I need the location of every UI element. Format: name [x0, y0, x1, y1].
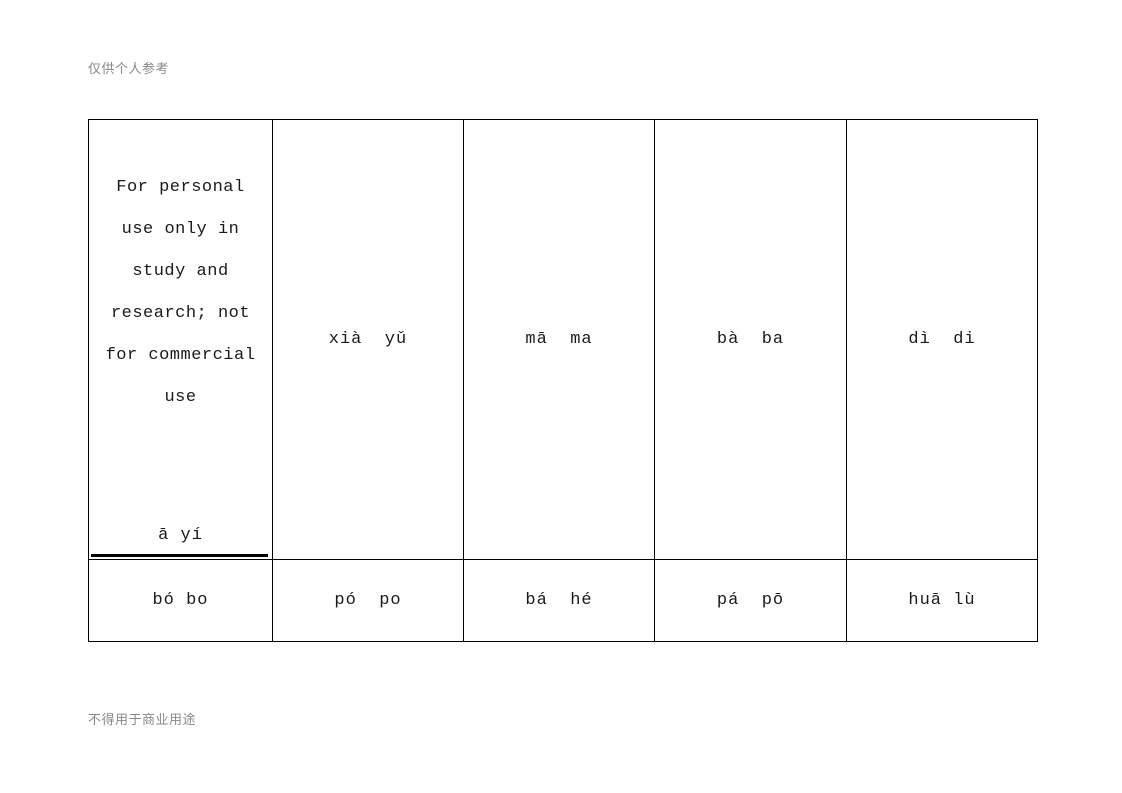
- pinyin-table: For personal use only in study and resea…: [88, 119, 1038, 642]
- pinyin-text: pó po: [334, 591, 402, 610]
- table-cell: pá pō: [654, 559, 847, 642]
- pinyin-text: ā yí: [158, 526, 203, 545]
- watermark-bottom-text: 不得用于商业用途: [88, 713, 197, 728]
- table-cell: bá hé: [463, 559, 655, 642]
- table-row: bó bo pó po bá hé pá pō huā lù: [88, 559, 1038, 642]
- pinyin-text: bó bo: [152, 591, 209, 610]
- pinyin-text: bà ba: [716, 330, 785, 349]
- watermark-top-text: 仅供个人参考: [88, 62, 170, 77]
- table-cell: bó bo: [88, 559, 273, 642]
- table-cell: mā ma: [463, 119, 655, 560]
- table-cell: xià yǔ: [272, 119, 464, 560]
- document-page: 仅供个人参考 For personal use only in study an…: [0, 0, 1122, 793]
- table-cell: pó po: [272, 559, 464, 642]
- table-cell-notice: For personal use only in study and resea…: [88, 119, 273, 560]
- cell-underline-rule: [91, 554, 268, 557]
- pinyin-text: dì di: [908, 330, 976, 349]
- pinyin-text: xià yǔ: [328, 330, 408, 349]
- personal-use-notice: For personal use only in study and resea…: [105, 178, 256, 407]
- pinyin-text: huā lù: [908, 591, 976, 610]
- table-cell: dì di: [846, 119, 1038, 560]
- pinyin-text: pá pō: [716, 591, 785, 610]
- table-cell: huā lù: [846, 559, 1038, 642]
- pinyin-text: mā ma: [525, 330, 593, 349]
- table-cell: bà ba: [654, 119, 847, 560]
- pinyin-text: bá hé: [525, 591, 593, 610]
- table-row: For personal use only in study and resea…: [88, 119, 1038, 560]
